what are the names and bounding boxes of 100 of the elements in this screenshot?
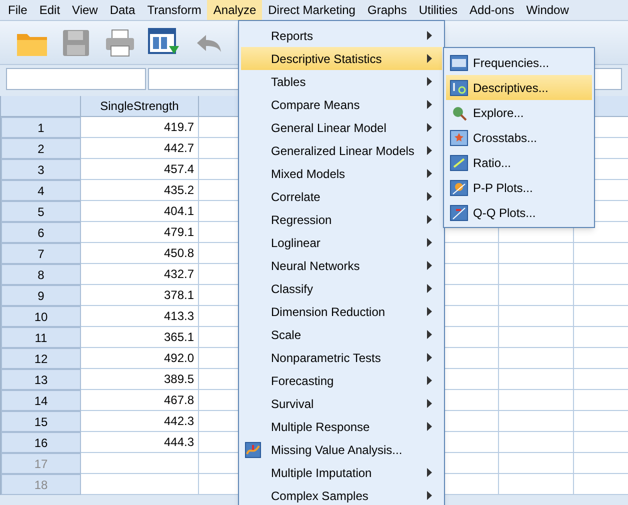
menu-bar-item[interactable]: Transform — [141, 0, 208, 20]
cell-reference-field[interactable] — [6, 68, 146, 90]
menu-item-label: Multiple Imputation — [271, 464, 373, 482]
row-number[interactable]: 16 — [1, 432, 81, 453]
menu-item[interactable]: Descriptive Statistics — [241, 47, 442, 70]
menu-item[interactable]: Neural Networks — [241, 254, 442, 277]
submenu-item[interactable]: Crosstabs... — [446, 125, 592, 150]
row-number[interactable]: 4 — [1, 180, 81, 201]
menu-item[interactable]: Tables — [241, 70, 442, 93]
menu-item-label: Loglinear — [271, 234, 322, 252]
row-number[interactable]: 13 — [1, 369, 81, 390]
menu-bar-item[interactable]: Direct Marketing — [262, 0, 362, 20]
menu-item[interactable]: Forecasting — [241, 369, 442, 392]
submenu-arrow-icon — [427, 491, 432, 500]
row-number[interactable]: 3 — [1, 159, 81, 180]
row-number[interactable]: 5 — [1, 201, 81, 222]
menu-item-label: Scale — [271, 326, 302, 344]
row-number[interactable]: 6 — [1, 222, 81, 243]
submenu-arrow-icon — [427, 31, 432, 40]
row-number[interactable]: 11 — [1, 327, 81, 348]
submenu-arrow-icon — [427, 284, 432, 293]
submenu-arrow-icon — [427, 399, 432, 408]
menu-item[interactable]: Multiple Imputation — [241, 461, 442, 484]
menu-item[interactable]: General Linear Model — [241, 116, 442, 139]
row-number[interactable]: 10 — [1, 306, 81, 327]
menu-item-label: Missing Value Analysis... — [271, 442, 404, 458]
submenu-item[interactable]: Frequencies... — [446, 50, 592, 75]
menu-item[interactable]: Nonparametric Tests — [241, 346, 442, 369]
submenu-item-label: Descriptives... — [473, 80, 548, 96]
menu-item[interactable]: Compare Means — [241, 93, 442, 116]
missing-values-icon — [245, 442, 261, 458]
menu-bar-item[interactable]: File — [2, 0, 34, 20]
table-cell: 378.1 — [81, 285, 199, 306]
submenu-arrow-icon — [427, 261, 432, 270]
menu-bar-item[interactable]: View — [66, 0, 104, 20]
submenu-arrow-icon — [427, 192, 432, 201]
menu-item-label: Nonparametric Tests — [271, 350, 382, 366]
row-number[interactable]: 1 — [1, 117, 81, 138]
submenu-item[interactable]: Descriptives... — [446, 75, 592, 100]
submenu-item-label: Frequencies... — [473, 54, 550, 72]
submenu-arrow-icon — [427, 353, 432, 362]
table-cell: 413.3 — [81, 306, 199, 327]
menu-item[interactable]: Missing Value Analysis... — [241, 438, 442, 461]
menu-item-label: Multiple Response — [271, 418, 371, 436]
table-cell: 365.1 — [81, 327, 199, 348]
table-cell: 492.0 — [81, 348, 199, 369]
submenu-item-label: Explore... — [473, 104, 524, 122]
menu-item[interactable]: Complex Samples — [241, 484, 442, 505]
submenu-item[interactable]: Explore... — [446, 100, 592, 125]
menu-item-label: Correlate — [271, 188, 322, 206]
menu-bar-item[interactable]: Edit — [33, 0, 66, 20]
submenu-item[interactable]: Ratio... — [446, 150, 592, 175]
submenu-item-label: Ratio... — [473, 154, 512, 172]
menu-item[interactable]: Loglinear — [241, 231, 442, 254]
menu-bar-item[interactable]: Graphs — [361, 0, 413, 20]
table-cell: 444.3 — [81, 432, 199, 453]
row-number[interactable]: 2 — [1, 138, 81, 159]
row-number[interactable]: 14 — [1, 390, 81, 411]
menu-item[interactable]: Mixed Models — [241, 162, 442, 185]
submenu-item[interactable]: P-P Plots... — [446, 175, 592, 200]
menu-item-label: Compare Means — [271, 96, 361, 114]
table-cell: 467.8 — [81, 390, 199, 411]
menu-bar-item[interactable]: Analyze — [207, 0, 262, 20]
menu-item[interactable]: Generalized Linear Models — [241, 139, 442, 162]
submenu-arrow-icon — [427, 54, 432, 63]
row-number[interactable]: 7 — [1, 243, 81, 264]
menu-item[interactable]: Dimension Reduction — [241, 300, 442, 323]
menu-item[interactable]: Regression — [241, 208, 442, 231]
menu-bar-item[interactable]: Data — [104, 0, 142, 20]
row-number[interactable]: 8 — [1, 264, 81, 285]
submenu-arrow-icon — [427, 146, 432, 155]
menu-item[interactable]: Correlate — [241, 185, 442, 208]
menu-item-label: Reports — [271, 28, 314, 44]
table-cell: 419.7 — [81, 117, 199, 138]
menu-bar-item[interactable]: Utilities — [412, 0, 464, 20]
menu-item-label: Regression — [271, 212, 333, 228]
menu-item-label: Survival — [271, 396, 315, 412]
table-cell: 457.4 — [81, 159, 199, 180]
submenu-item[interactable]: Q-Q Plots... — [446, 200, 592, 225]
menu-item[interactable]: Multiple Response — [241, 415, 442, 438]
table-cell: 442.3 — [81, 411, 199, 432]
menu-item[interactable]: Scale — [241, 323, 442, 346]
submenu-arrow-icon — [427, 330, 432, 339]
submenu-arrow-icon — [427, 468, 432, 477]
menu-item[interactable]: Classify — [241, 277, 442, 300]
row-number[interactable]: 15 — [1, 411, 81, 432]
menu-bar-item[interactable]: Add-ons — [464, 0, 520, 20]
row-number[interactable]: 12 — [1, 348, 81, 369]
menu-item-label: Neural Networks — [271, 258, 361, 274]
menu-item-label: General Linear Model — [271, 120, 388, 136]
table-icon — [450, 54, 468, 70]
row-number[interactable]: 9 — [1, 285, 81, 306]
submenu-arrow-icon — [427, 169, 432, 178]
menu-bar-item[interactable]: Window — [520, 0, 575, 20]
menu-item[interactable]: Reports — [241, 24, 442, 47]
table-cell: 435.2 — [81, 180, 199, 201]
menu-item[interactable]: Survival — [241, 392, 442, 415]
column-header[interactable]: SingleStrength — [81, 96, 199, 117]
menu-item-label: Classify — [271, 280, 314, 298]
submenu-item-label: P-P Plots... — [473, 180, 533, 196]
